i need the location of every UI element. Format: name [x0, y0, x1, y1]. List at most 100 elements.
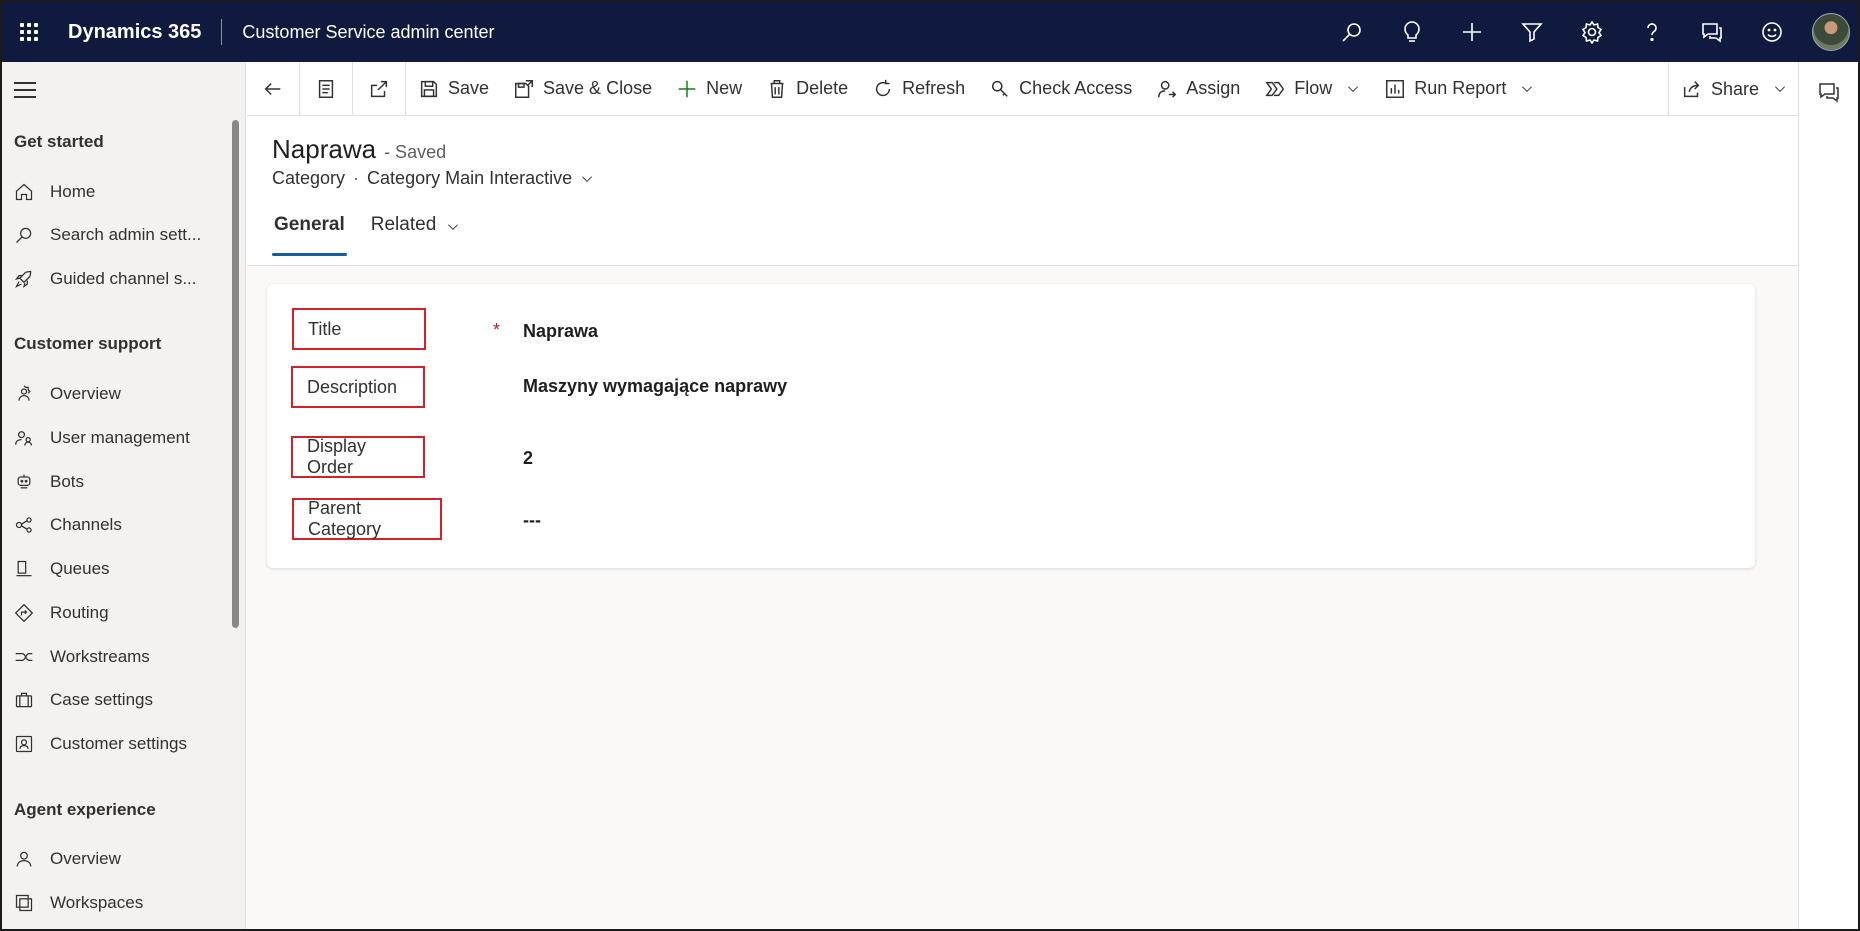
- save-close-button[interactable]: Save & Close: [501, 62, 664, 116]
- general-section-card: Title * Naprawa Description Maszyny wyma…: [267, 284, 1755, 568]
- run-report-button[interactable]: Run Report: [1372, 62, 1546, 116]
- document-icon: [318, 79, 334, 98]
- share-icon: [1683, 81, 1700, 98]
- sidebar-item-label: Workstreams: [50, 647, 150, 666]
- form-name: Category Main Interactive: [367, 168, 573, 188]
- app-window: Dynamics 365 Customer Service admin cent…: [0, 0, 1860, 931]
- sidebar-item-routing[interactable]: Routing: [2, 595, 232, 631]
- brand-name[interactable]: Dynamics 365: [68, 21, 201, 44]
- sidebar-item-label: Customer settings: [50, 734, 187, 753]
- tab-general-label: General: [274, 214, 345, 235]
- check-access-button[interactable]: Check Access: [977, 62, 1144, 116]
- sidebar-item-label: Guided channel s...: [50, 269, 197, 288]
- back-button[interactable]: [247, 62, 299, 116]
- sidebar: Get started Home Search admin sett... Gu…: [2, 62, 246, 929]
- key-search-icon: [992, 80, 1009, 97]
- description-field[interactable]: Maszyny wymagające naprawy: [523, 376, 787, 397]
- filter-button[interactable]: [1502, 2, 1562, 62]
- topbar-actions: [1322, 2, 1858, 62]
- trash-icon: [770, 79, 784, 98]
- save-close-label: Save & Close: [543, 78, 653, 98]
- check-access-label: Check Access: [1019, 78, 1133, 98]
- chevron-down-icon: [582, 175, 593, 182]
- feedback-button[interactable]: [1742, 2, 1802, 62]
- workstream-icon: [15, 653, 33, 661]
- save-button[interactable]: Save: [406, 62, 501, 116]
- chat-icon: [1819, 83, 1839, 103]
- parent-category-field[interactable]: ---: [523, 510, 541, 531]
- sidebar-item-bots[interactable]: Bots: [2, 464, 232, 500]
- routing-icon: [14, 603, 34, 623]
- chevron-down-icon: [1775, 86, 1786, 92]
- open-new-window-button[interactable]: [353, 62, 405, 116]
- bot-icon: [17, 474, 31, 489]
- assign-button[interactable]: Assign: [1144, 62, 1252, 116]
- sidebar-item-workstreams[interactable]: Workstreams: [2, 639, 232, 675]
- tab-general[interactable]: General: [272, 214, 347, 256]
- workspaces-icon: [15, 894, 33, 912]
- title-field[interactable]: Naprawa: [523, 321, 598, 342]
- parent-category-field-label: Parent Category: [292, 498, 442, 540]
- sidebar-item-case-settings[interactable]: Case settings: [2, 682, 232, 718]
- sidebar-item-overview[interactable]: Overview: [2, 376, 232, 412]
- new-button[interactable]: New: [664, 62, 754, 116]
- sidebar-item-label: Overview: [50, 849, 121, 868]
- record-name: Naprawa: [272, 134, 377, 164]
- app-name[interactable]: Customer Service admin center: [242, 22, 494, 43]
- sidebar-section-title: Customer support: [14, 334, 162, 353]
- sidebar-item-label: Routing: [50, 603, 109, 622]
- hamburger-menu-button[interactable]: [14, 82, 36, 103]
- form-view-button[interactable]: [300, 62, 352, 116]
- home-icon: [15, 183, 33, 201]
- sidebar-item-channels[interactable]: Channels: [2, 507, 232, 543]
- sidebar-item-label: Queues: [50, 559, 110, 578]
- sidebar-item-label: Overview: [50, 384, 121, 403]
- sidebar-item-customer-settings[interactable]: Customer settings: [2, 726, 232, 762]
- refresh-label: Refresh: [902, 78, 966, 98]
- gear-icon: [1581, 20, 1603, 44]
- sidebar-item-workspaces[interactable]: Workspaces: [2, 885, 232, 921]
- new-button-top[interactable]: [1442, 2, 1502, 62]
- plus-icon: [678, 80, 696, 97]
- app-launcher-button[interactable]: [6, 2, 52, 62]
- command-bar: Save Save & Close New Delete Refresh Che…: [247, 61, 1798, 116]
- sidebar-item-label: Home: [50, 182, 96, 201]
- pop-out-icon: [370, 80, 388, 97]
- settings-button[interactable]: [1562, 2, 1622, 62]
- conversation-pane-button[interactable]: [1817, 80, 1841, 109]
- record-subtitle: Category · Category Main Interactive: [272, 168, 594, 189]
- channels-icon: [15, 517, 32, 533]
- chevron-down-icon: [1522, 85, 1533, 92]
- help-button[interactable]: [1622, 2, 1682, 62]
- sidebar-item-home[interactable]: Home: [2, 174, 232, 210]
- main-content: Naprawa - Saved Category · Category Main …: [247, 116, 1798, 929]
- sidebar-item-label: Channels: [50, 515, 122, 534]
- display-order-field[interactable]: 2: [523, 448, 533, 469]
- description-field-label: Description: [291, 366, 425, 408]
- sidebar-section-title: Get started: [14, 132, 104, 151]
- chevron-down-icon: [1348, 85, 1359, 92]
- person-icon: [16, 851, 32, 867]
- record-status: - Saved: [384, 142, 447, 162]
- sidebar-item-label: User management: [50, 428, 190, 447]
- tab-related[interactable]: Related: [369, 214, 463, 256]
- ideas-button[interactable]: [1382, 2, 1442, 62]
- sidebar-item-queues[interactable]: Queues: [2, 551, 232, 587]
- search-button[interactable]: [1322, 2, 1382, 62]
- sidebar-section-title: Agent experience: [14, 800, 156, 819]
- form-selector[interactable]: Category Main Interactive: [367, 168, 594, 189]
- avatar[interactable]: [1812, 13, 1850, 51]
- sidebar-item-search-admin-settings[interactable]: Search admin sett...: [2, 217, 232, 253]
- delete-button[interactable]: Delete: [754, 62, 860, 116]
- sidebar-item-guided-channel-setup[interactable]: Guided channel s...: [2, 261, 232, 297]
- sidebar-item-user-management[interactable]: User management: [2, 420, 232, 456]
- search-icon: [16, 227, 32, 243]
- share-button[interactable]: Share: [1668, 62, 1798, 116]
- required-indicator: *: [493, 320, 501, 340]
- refresh-button[interactable]: Refresh: [860, 62, 977, 116]
- refresh-icon: [876, 79, 891, 96]
- chat-button[interactable]: [1682, 2, 1742, 62]
- flow-button[interactable]: Flow: [1252, 62, 1372, 116]
- sidebar-scrollbar[interactable]: [232, 120, 239, 628]
- sidebar-item-agent-overview[interactable]: Overview: [2, 841, 232, 877]
